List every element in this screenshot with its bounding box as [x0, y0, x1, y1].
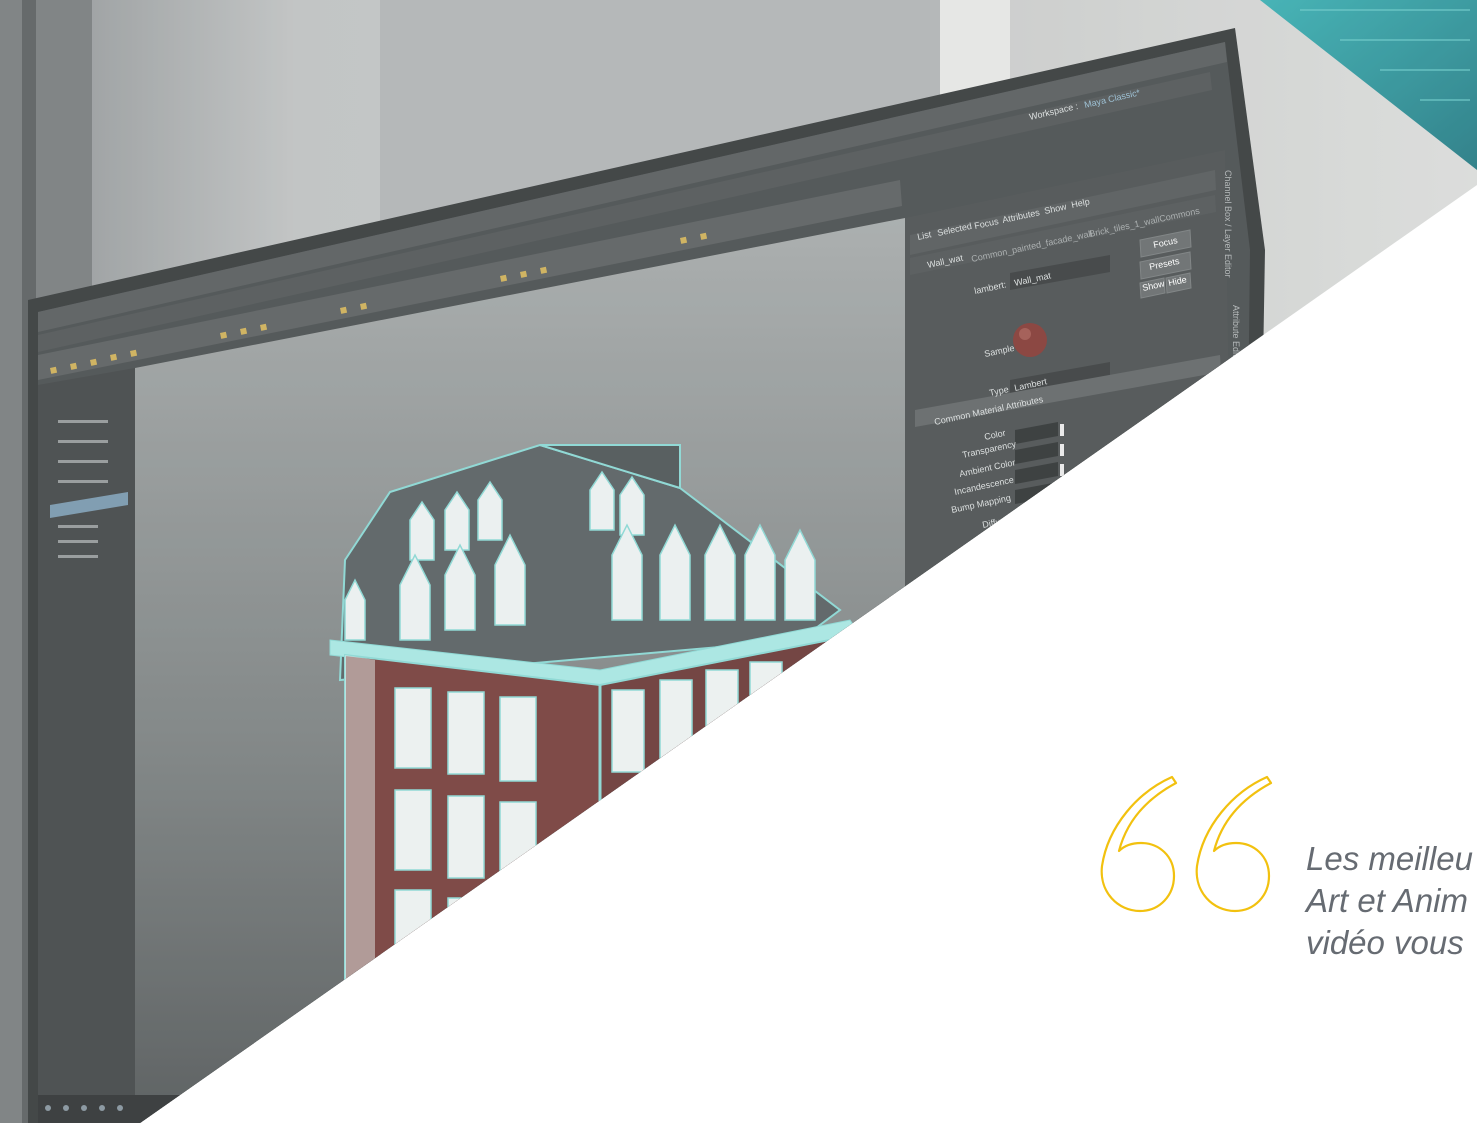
quote-line-1: Les meilleu — [1306, 840, 1473, 877]
quote-line-2: Art et Anim — [1306, 882, 1468, 919]
hero-scene: Workspace : Maya Classic* List Selected … — [0, 0, 1477, 1123]
quote-text: Les meilleu Art et Anim vidéo vous — [1306, 838, 1477, 964]
quote-line-3: vidéo vous — [1306, 924, 1464, 961]
quote-open-icon — [1100, 775, 1273, 913]
maya-monitor-photo: Workspace : Maya Classic* List Selected … — [0, 0, 1477, 1123]
